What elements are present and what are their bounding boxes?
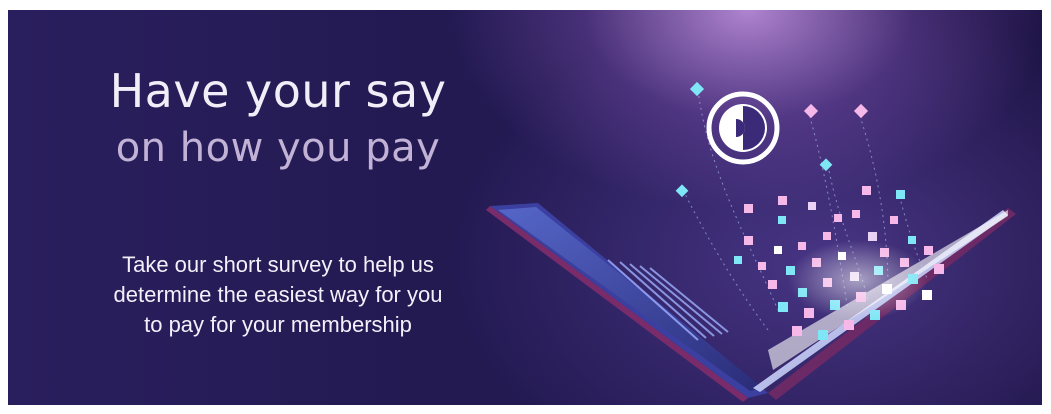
body-line-3: to pay for your membership	[144, 312, 412, 337]
subheadline: on how you pay	[115, 125, 441, 171]
diners-club-logo	[706, 91, 780, 165]
survey-banner[interactable]: Have your say on how you pay Take our sh…	[8, 10, 1042, 405]
laptop-icon	[486, 203, 1016, 402]
headline: Have your say	[109, 64, 447, 118]
body-line-2: determine the easiest way for you	[113, 282, 443, 307]
body-line-1: Take our short survey to help us	[122, 252, 434, 277]
data-particles	[675, 81, 944, 340]
